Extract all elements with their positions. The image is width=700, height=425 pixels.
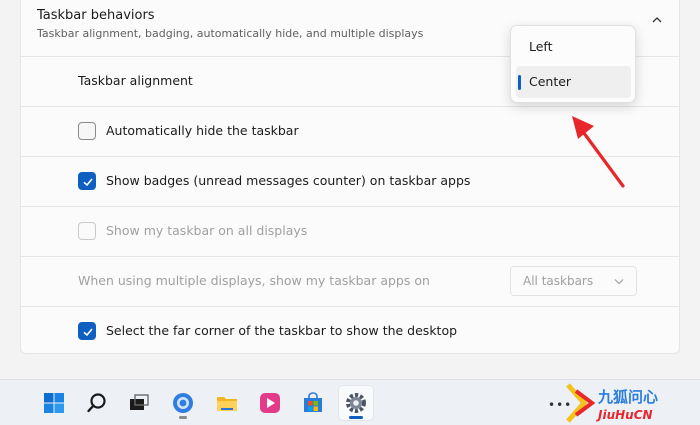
chevron-down-icon — [614, 279, 624, 285]
alignment-option-left[interactable]: Left — [516, 31, 631, 63]
show-badges-checkbox[interactable] — [78, 172, 96, 190]
search-icon[interactable] — [80, 386, 114, 420]
jiuhucn-watermark-logo: 九狐问心 JiuHuCN — [566, 383, 658, 423]
task-view-icon[interactable] — [122, 386, 156, 420]
store-icon[interactable] — [296, 386, 330, 420]
desktop-corner-checkbox[interactable] — [78, 322, 96, 340]
browser-icon[interactable] — [166, 386, 200, 420]
desktop-corner-row[interactable]: Select the far corner of the taskbar to … — [21, 307, 679, 357]
red-arrow-annotation — [572, 116, 625, 188]
svg-text:九狐问心: 九狐问心 — [597, 388, 658, 406]
selection-indicator — [518, 75, 521, 90]
alignment-option-center[interactable]: Center — [516, 66, 631, 98]
multi-display-label: When using multiple displays, show my ta… — [78, 273, 430, 288]
multi-display-value: All taskbars — [523, 274, 594, 288]
running-indicator — [179, 416, 187, 419]
active-indicator — [349, 416, 363, 419]
media-player-icon[interactable] — [253, 386, 287, 420]
show-badges-label: Show badges (unread messages counter) on… — [106, 173, 471, 188]
svg-text:JiuHuCN: JiuHuCN — [596, 408, 653, 422]
alignment-option-center-label: Center — [529, 74, 572, 89]
taskbar-alignment-dropdown[interactable]: Left Center — [510, 25, 636, 103]
checkmark-icon — [83, 328, 93, 337]
section-subtitle: Taskbar alignment, badging, automaticall… — [37, 27, 424, 40]
windows-start-icon[interactable] — [37, 386, 71, 420]
desktop-corner-label: Select the far corner of the taskbar to … — [106, 323, 458, 338]
section-title: Taskbar behaviors — [37, 8, 155, 23]
auto-hide-checkbox[interactable] — [78, 122, 96, 140]
all-displays-checkbox — [78, 222, 96, 240]
all-displays-label: Show my taskbar on all displays — [106, 223, 308, 238]
multi-display-select: All taskbars — [510, 266, 637, 296]
chevron-up-icon[interactable] — [651, 14, 663, 26]
multi-display-row: When using multiple displays, show my ta… — [21, 257, 679, 307]
alignment-option-left-label: Left — [529, 39, 553, 54]
file-explorer-icon[interactable] — [210, 386, 244, 420]
checkmark-icon — [83, 178, 93, 187]
taskbar-alignment-label: Taskbar alignment — [78, 73, 193, 88]
settings-gear-icon[interactable] — [339, 386, 373, 420]
auto-hide-label: Automatically hide the taskbar — [106, 123, 299, 138]
all-displays-row: Show my taskbar on all displays — [21, 207, 679, 257]
